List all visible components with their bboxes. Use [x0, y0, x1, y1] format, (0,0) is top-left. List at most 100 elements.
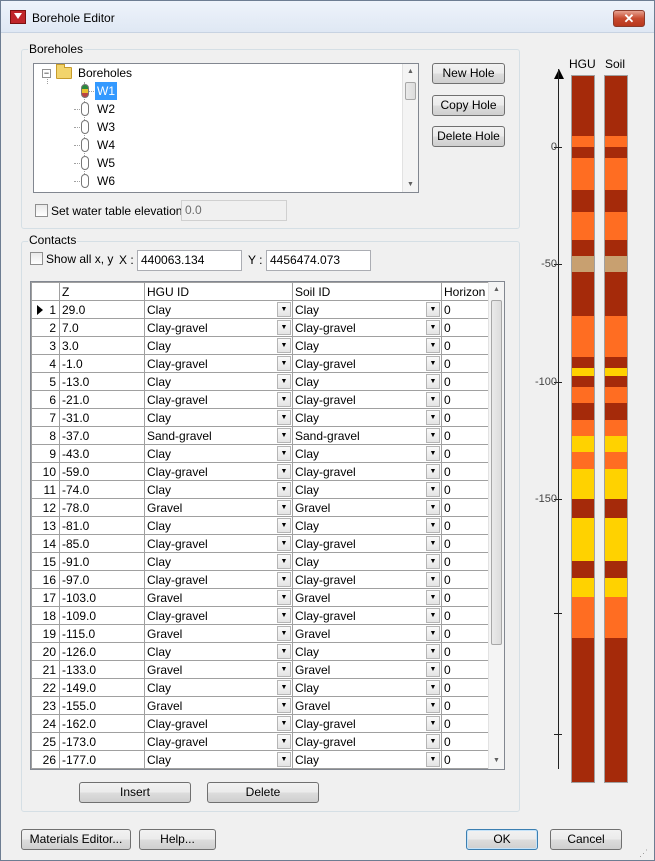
dropdown-arrow-icon[interactable]: ▼ [277, 302, 291, 317]
dropdown-arrow-icon[interactable]: ▼ [277, 554, 291, 569]
table-row[interactable]: 22 -149.0 Clay ▼ Clay ▼ 0 [31, 678, 489, 697]
resize-grip-icon[interactable]: ⋰ [639, 847, 651, 859]
hgu-id-cell[interactable]: Clay-gravel ▼ [144, 390, 293, 409]
dropdown-arrow-icon[interactable]: ▼ [277, 356, 291, 371]
soil-id-cell[interactable]: Gravel ▼ [292, 624, 442, 643]
z-cell[interactable]: -177.0 [59, 750, 145, 769]
show-all-xy-checkbox[interactable] [30, 252, 43, 265]
hgu-id-cell[interactable]: Clay-gravel ▼ [144, 462, 293, 481]
dropdown-arrow-icon[interactable]: ▼ [277, 428, 291, 443]
soil-id-cell[interactable]: Clay ▼ [292, 750, 442, 769]
z-cell[interactable]: -133.0 [59, 660, 145, 679]
copy-hole-button[interactable]: Copy Hole [432, 95, 505, 116]
horizon-cell[interactable]: 0 [441, 534, 489, 553]
hgu-id-cell[interactable]: Clay ▼ [144, 444, 293, 463]
z-cell[interactable]: -115.0 [59, 624, 145, 643]
z-cell[interactable]: -37.0 [59, 426, 145, 445]
contacts-grid[interactable]: Z HGU ID Soil ID Horizon 1 29.0 Clay ▼ Clay ▼… [30, 281, 505, 770]
table-row[interactable]: 26 -177.0 Clay ▼ Clay ▼ 0 [31, 750, 489, 769]
soil-id-cell[interactable]: Clay-gravel ▼ [292, 606, 442, 625]
materials-editor-button[interactable]: Materials Editor... [21, 829, 131, 850]
soil-id-cell[interactable]: Gravel ▼ [292, 696, 442, 715]
hgu-id-cell[interactable]: Clay ▼ [144, 642, 293, 661]
tree-item-w2[interactable]: W2 [34, 100, 394, 118]
table-row[interactable]: 1 29.0 Clay ▼ Clay ▼ 0 [31, 300, 489, 319]
dropdown-arrow-icon[interactable]: ▼ [277, 392, 291, 407]
water-table-checkbox[interactable] [35, 204, 48, 217]
table-row[interactable]: 15 -91.0 Clay ▼ Clay ▼ 0 [31, 552, 489, 571]
new-hole-button[interactable]: New Hole [432, 63, 505, 84]
z-cell[interactable]: 7.0 [59, 318, 145, 337]
z-cell[interactable]: -91.0 [59, 552, 145, 571]
z-cell[interactable]: -97.0 [59, 570, 145, 589]
table-row[interactable]: 5 -13.0 Clay ▼ Clay ▼ 0 [31, 372, 489, 391]
z-cell[interactable]: -162.0 [59, 714, 145, 733]
scroll-down-icon[interactable]: ▼ [489, 753, 504, 768]
horizon-cell[interactable]: 0 [441, 570, 489, 589]
table-row[interactable]: 18 -109.0 Clay-gravel ▼ Clay-gravel ▼ 0 [31, 606, 489, 625]
close-button[interactable]: ✕ [613, 10, 645, 27]
soil-id-cell[interactable]: Clay ▼ [292, 444, 442, 463]
dropdown-arrow-icon[interactable]: ▼ [426, 302, 440, 317]
horizon-cell[interactable]: 0 [441, 480, 489, 499]
hgu-id-cell[interactable]: Gravel ▼ [144, 588, 293, 607]
dropdown-arrow-icon[interactable]: ▼ [277, 680, 291, 695]
dropdown-arrow-icon[interactable]: ▼ [426, 680, 440, 695]
soil-id-cell[interactable]: Clay ▼ [292, 516, 442, 535]
hgu-id-cell[interactable]: Gravel ▼ [144, 624, 293, 643]
z-cell[interactable]: -155.0 [59, 696, 145, 715]
soil-id-cell[interactable]: Clay ▼ [292, 480, 442, 499]
ok-button[interactable]: OK [466, 829, 538, 850]
soil-id-cell[interactable]: Clay-gravel ▼ [292, 354, 442, 373]
z-cell[interactable]: -13.0 [59, 372, 145, 391]
dropdown-arrow-icon[interactable]: ▼ [426, 536, 440, 551]
z-cell[interactable]: -85.0 [59, 534, 145, 553]
tree-item-w6[interactable]: W6 [34, 172, 394, 190]
dropdown-arrow-icon[interactable]: ▼ [426, 428, 440, 443]
scroll-up-icon[interactable]: ▲ [489, 282, 504, 297]
horizon-cell[interactable]: 0 [441, 588, 489, 607]
hgu-id-cell[interactable]: Clay ▼ [144, 480, 293, 499]
soil-id-cell[interactable]: Clay-gravel ▼ [292, 570, 442, 589]
column-header[interactable]: HGU ID [144, 282, 293, 301]
grid-scrollbar[interactable]: ▲ ▼ [488, 282, 504, 769]
z-cell[interactable]: -21.0 [59, 390, 145, 409]
dropdown-arrow-icon[interactable]: ▼ [277, 626, 291, 641]
hgu-id-cell[interactable]: Sand-gravel ▼ [144, 426, 293, 445]
soil-id-cell[interactable]: Sand-gravel ▼ [292, 426, 442, 445]
scroll-thumb[interactable] [491, 300, 502, 645]
table-row[interactable]: 11 -74.0 Clay ▼ Clay ▼ 0 [31, 480, 489, 499]
horizon-cell[interactable]: 0 [441, 642, 489, 661]
tree-scrollbar[interactable]: ▲ ▼ [402, 64, 418, 192]
dropdown-arrow-icon[interactable]: ▼ [277, 446, 291, 461]
soil-id-cell[interactable]: Clay-gravel ▼ [292, 732, 442, 751]
table-row[interactable]: 17 -103.0 Gravel ▼ Gravel ▼ 0 [31, 588, 489, 607]
table-row[interactable]: 12 -78.0 Gravel ▼ Gravel ▼ 0 [31, 498, 489, 517]
table-row[interactable]: 9 -43.0 Clay ▼ Clay ▼ 0 [31, 444, 489, 463]
table-row[interactable]: 8 -37.0 Sand-gravel ▼ Sand-gravel ▼ 0 [31, 426, 489, 445]
z-cell[interactable]: -173.0 [59, 732, 145, 751]
dropdown-arrow-icon[interactable]: ▼ [277, 644, 291, 659]
dropdown-arrow-icon[interactable]: ▼ [426, 410, 440, 425]
x-coordinate-field[interactable]: 440063.134 [137, 250, 242, 271]
z-cell[interactable]: -59.0 [59, 462, 145, 481]
soil-id-cell[interactable]: Clay-gravel ▼ [292, 390, 442, 409]
table-row[interactable]: 10 -59.0 Clay-gravel ▼ Clay-gravel ▼ 0 [31, 462, 489, 481]
hgu-id-cell[interactable]: Clay ▼ [144, 336, 293, 355]
hgu-id-cell[interactable]: Clay ▼ [144, 516, 293, 535]
dropdown-arrow-icon[interactable]: ▼ [277, 608, 291, 623]
soil-id-cell[interactable]: Clay ▼ [292, 678, 442, 697]
horizon-cell[interactable]: 0 [441, 660, 489, 679]
horizon-cell[interactable]: 0 [441, 678, 489, 697]
horizon-cell[interactable]: 0 [441, 498, 489, 517]
dropdown-arrow-icon[interactable]: ▼ [426, 392, 440, 407]
hgu-id-cell[interactable]: Clay ▼ [144, 372, 293, 391]
dropdown-arrow-icon[interactable]: ▼ [426, 464, 440, 479]
dropdown-arrow-icon[interactable]: ▼ [277, 752, 291, 767]
table-row[interactable]: 14 -85.0 Clay-gravel ▼ Clay-gravel ▼ 0 [31, 534, 489, 553]
hgu-id-cell[interactable]: Clay ▼ [144, 408, 293, 427]
table-row[interactable]: 2 7.0 Clay-gravel ▼ Clay-gravel ▼ 0 [31, 318, 489, 337]
horizon-cell[interactable]: 0 [441, 606, 489, 625]
hgu-id-cell[interactable]: Clay ▼ [144, 678, 293, 697]
dropdown-arrow-icon[interactable]: ▼ [277, 698, 291, 713]
